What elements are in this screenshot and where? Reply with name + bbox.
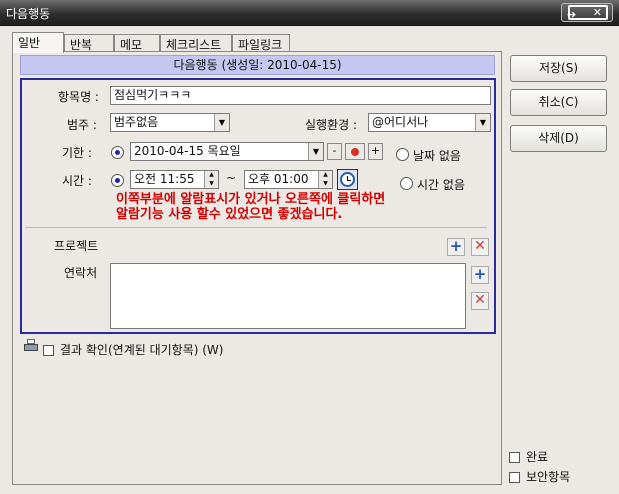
chevron-down-icon: ▼: [214, 114, 229, 131]
time-separator: ~: [226, 171, 237, 185]
time-radio[interactable]: [111, 174, 124, 187]
chevron-down-icon: ▼: [475, 114, 490, 131]
category-select[interactable]: 범주없음 ▼: [110, 113, 230, 132]
plus-icon: +: [473, 265, 487, 283]
context-select[interactable]: @어디서나 ▼: [368, 113, 491, 132]
close-icon: ✕: [474, 238, 486, 254]
time-label: 시간 :: [62, 174, 92, 188]
save-button[interactable]: 저장(S): [510, 55, 607, 82]
title-bar: 다음행동 ➔ ✕: [0, 0, 619, 26]
tab-checklist[interactable]: 체크리스트: [160, 34, 232, 52]
result-check-checkbox[interactable]: [43, 345, 54, 356]
chevron-down-icon: ▼: [308, 143, 323, 160]
item-name-input[interactable]: 점심먹기ㅋㅋㅋ: [110, 86, 491, 105]
printer-icon: [24, 339, 38, 353]
end-time-input[interactable]: 오후 01:00 ▲ ▼: [244, 170, 333, 189]
clock-button[interactable]: [337, 169, 358, 190]
tab-general[interactable]: 일반: [12, 32, 64, 53]
category-label: 범주 :: [67, 118, 97, 132]
date-plus-button[interactable]: +: [368, 143, 383, 160]
deadline-radio[interactable]: [111, 146, 124, 159]
item-name-label: 항목명 :: [58, 90, 99, 104]
item-name-value: 점심먹기ㅋㅋㅋ: [114, 88, 192, 102]
tab-memo[interactable]: 메모: [114, 34, 160, 52]
start-time-value: 오전 11:55: [134, 172, 195, 186]
context-label: 실행환경 :: [305, 118, 358, 132]
cancel-button[interactable]: 취소(C): [510, 89, 607, 116]
subtitle-bar: 다음행동 (생성일: 2010-04-15): [20, 55, 495, 75]
add-project-button[interactable]: +: [447, 238, 465, 256]
secure-checkbox[interactable]: [509, 472, 520, 483]
close-icon: ✕: [474, 292, 486, 308]
complete-checkbox[interactable]: [509, 452, 520, 463]
divider: [25, 227, 487, 228]
tab-filelink[interactable]: 파일링크: [232, 34, 290, 52]
tab-repeat[interactable]: 반복: [64, 34, 114, 52]
window-title: 다음행동: [6, 7, 51, 21]
close-button[interactable]: ➔ ✕: [561, 3, 613, 22]
secure-label: 보안항목: [526, 470, 571, 484]
annotation-line-1: 이쪽부분에 알람표시가 있거나 오른쪽에 클릭하면: [116, 192, 386, 207]
annotation-text: 이쪽부분에 알람표시가 있거나 오른쪽에 클릭하면 알람기능 사용 할수 있었으…: [116, 192, 496, 222]
project-label: 프로젝트: [54, 239, 99, 253]
add-contact-button[interactable]: +: [471, 266, 489, 284]
record-dot-icon: [351, 148, 359, 156]
close-icon: ✕: [568, 5, 608, 20]
no-time-label: 시간 없음: [417, 178, 465, 192]
deadline-date-picker[interactable]: 2010-04-15 목요일 ▼: [130, 142, 324, 161]
date-minus-button[interactable]: -: [327, 143, 342, 160]
result-check-label: 결과 확인(연계된 대기항목) (W): [60, 343, 224, 357]
spinner[interactable]: ▲ ▼: [204, 171, 218, 188]
end-time-value: 오후 01:00: [248, 172, 309, 186]
today-button[interactable]: [345, 143, 365, 160]
context-value: @어디서나: [372, 115, 429, 129]
no-date-radio[interactable]: [396, 148, 409, 161]
spinner[interactable]: ▲ ▼: [318, 171, 332, 188]
deadline-value: 2010-04-15 목요일: [134, 144, 241, 158]
category-value: 범주없음: [114, 115, 159, 129]
remove-contact-button[interactable]: ✕: [471, 292, 489, 310]
no-date-label: 날짜 없음: [413, 149, 461, 163]
no-time-radio[interactable]: [400, 177, 413, 190]
start-time-input[interactable]: 오전 11:55 ▲ ▼: [130, 170, 219, 189]
plus-icon: +: [449, 237, 463, 255]
deadline-label: 기한 :: [62, 146, 92, 160]
contact-label: 연락처: [64, 266, 98, 280]
delete-button[interactable]: 삭제(D): [510, 125, 607, 152]
remove-project-button[interactable]: ✕: [471, 238, 489, 256]
annotation-line-2: 알람기능 사용 할수 있었으면 좋겠습니다.: [116, 207, 343, 222]
contact-list[interactable]: [110, 263, 466, 329]
complete-label: 완료: [526, 450, 549, 464]
clock-icon: [340, 172, 355, 187]
